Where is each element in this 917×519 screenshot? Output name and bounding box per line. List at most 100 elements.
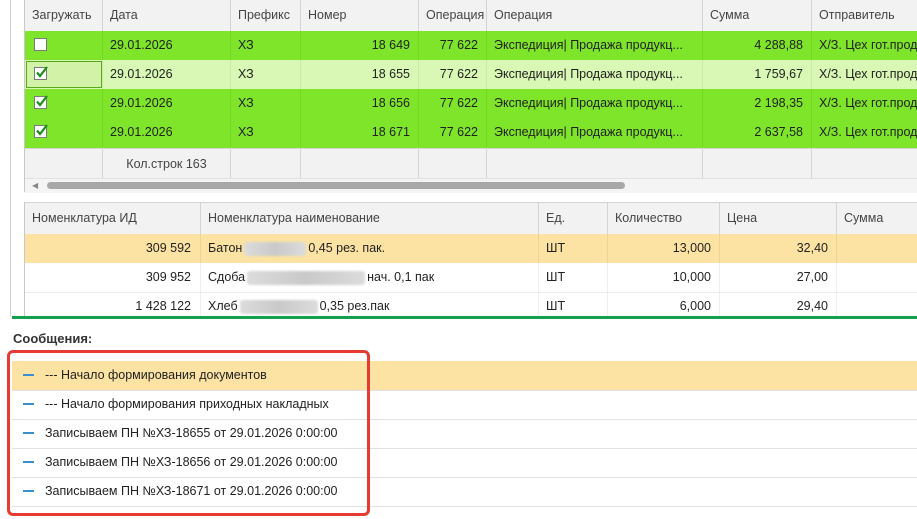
operation-cell: Экспедиция| Продажа продукц... [487,31,703,60]
date-cell: 29.01.2026 [103,60,231,89]
unit-cell: ШТ [539,234,608,263]
col-operation-code[interactable]: Операция [419,0,487,31]
unit-cell: ШТ [539,292,608,316]
sender-cell: Х/З. Цех гот.прод [812,118,917,147]
opcode-cell: 77 622 [419,118,487,147]
scrollbar-thumb[interactable] [47,182,625,189]
sum-cell: 1 759,67 [703,60,812,89]
table-row-selected[interactable]: 29.01.2026 ХЗ 18 655 77 622 Экспедиция| … [25,60,917,89]
items-table-header: Номенклатура ИД Номенклатура наименовани… [25,202,917,235]
table-row[interactable]: 29.01.2026 ХЗ 18 656 77 622 Экспедиция| … [25,89,917,118]
message-item[interactable]: --- Начало формирования документов [12,361,917,391]
table-footer: Кол.строк 163 [25,148,917,179]
col-date[interactable]: Дата [103,0,231,31]
dash-icon [23,490,34,492]
item-id-cell: 309 952 [25,263,201,292]
sum-cell: 4 288,88 [703,31,812,60]
message-text: --- Начало формирования приходных наклад… [45,397,329,411]
prefix-cell: ХЗ [231,118,301,147]
col-prefix[interactable]: Префикс [231,0,301,31]
sender-cell: Х/З. Цех гот.прод [812,60,917,89]
item-id-cell: 1 428 122 [25,292,201,316]
panel-splitter[interactable] [12,316,917,319]
col-operation[interactable]: Операция [487,0,703,31]
scroll-left-icon[interactable]: ◀ [32,181,38,190]
footer-cell [25,149,103,179]
dash-icon [23,461,34,463]
messages-title: Сообщения: [13,331,93,346]
number-cell: 18 671 [301,118,419,147]
sum-cell: 2 198,35 [703,89,812,118]
unit-cell: ШТ [539,263,608,292]
col-sender[interactable]: Отправитель [812,0,917,31]
operation-cell: Экспедиция| Продажа продукц... [487,118,703,147]
message-item[interactable]: Записываем ПН №ХЗ-18656 от 29.01.2026 0:… [12,448,917,478]
message-text: Записываем ПН №ХЗ-18656 от 29.01.2026 0:… [45,455,338,469]
footer-cell [231,149,301,179]
date-cell: 29.01.2026 [103,31,231,60]
item-sum-cell [837,234,917,263]
col-item-sum[interactable]: Сумма [837,203,917,234]
sender-cell: Х/З. Цех гот.прод [812,89,917,118]
items-table: Номенклатура ИД Номенклатура наименовани… [24,202,917,316]
price-cell: 32,40 [720,234,837,263]
table-row[interactable]: 309 952 Сдоба нач. 0,1 пак ШТ 10,000 27,0… [25,263,917,293]
message-text: --- Начало формирования документов [45,368,267,382]
number-cell: 18 649 [301,31,419,60]
prefix-cell: ХЗ [231,60,301,89]
table-row[interactable]: 29.01.2026 ХЗ 18 649 77 622 Экспедиция| … [25,31,917,60]
sum-cell: 2 637,58 [703,118,812,147]
opcode-cell: 77 622 [419,89,487,118]
message-text: Записываем ПН №ХЗ-18671 от 29.01.2026 0:… [45,484,338,498]
col-sum[interactable]: Сумма [703,0,812,31]
load-cell[interactable] [25,60,103,89]
col-load[interactable]: Загружать [25,0,103,31]
col-quantity[interactable]: Количество [608,203,720,234]
item-sum-cell [837,292,917,316]
opcode-cell: 77 622 [419,60,487,89]
date-cell: 29.01.2026 [103,118,231,147]
documents-table: Загружать Дата Префикс Номер Операция Оп… [24,0,917,193]
col-unit[interactable]: Ед. [539,203,608,234]
item-name-cell: Батон 0,45 рез. пак. [201,234,539,263]
footer-cell [487,149,703,179]
price-cell: 29,40 [720,292,837,316]
dash-icon [23,403,34,405]
item-id-cell: 309 592 [25,234,201,263]
message-item[interactable]: Записываем ПН №ХЗ-18655 от 29.01.2026 0:… [12,419,917,449]
item-name-cell: Хлеб 0,35 рез.пак [201,292,539,316]
opcode-cell: 77 622 [419,31,487,60]
col-number[interactable]: Номер [301,0,419,31]
sender-cell: Х/З. Цех гот.прод [812,31,917,60]
number-cell: 18 656 [301,89,419,118]
load-checkbox[interactable] [34,124,48,138]
col-item-id[interactable]: Номенклатура ИД [25,203,201,234]
load-checkbox[interactable] [34,95,48,109]
load-checkbox[interactable] [34,66,48,80]
col-item-name[interactable]: Номенклатура наименование [201,203,539,234]
load-checkbox[interactable] [34,38,47,51]
message-item[interactable]: --- Начало формирования приходных наклад… [12,390,917,420]
operation-cell: Экспедиция| Продажа продукц... [487,89,703,118]
dash-icon [23,432,34,434]
table-row-selected[interactable]: 309 592 Батон 0,45 рез. пак. ШТ 13,000 32… [25,234,917,263]
item-sum-cell [837,263,917,292]
prefix-cell: ХЗ [231,31,301,60]
row-count: Кол.строк 163 [103,149,231,179]
number-cell: 18 655 [301,60,419,89]
message-text: Записываем ПН №ХЗ-18655 от 29.01.2026 0:… [45,426,338,440]
dash-icon [23,374,34,376]
col-price[interactable]: Цена [720,203,837,234]
price-cell: 27,00 [720,263,837,292]
load-cell[interactable] [25,118,103,147]
date-cell: 29.01.2026 [103,89,231,118]
load-cell[interactable] [25,31,103,60]
load-cell[interactable] [25,89,103,118]
table-row[interactable]: 1 428 122 Хлеб 0,35 рез.пак ШТ 6,000 29,4… [25,292,917,316]
prefix-cell: ХЗ [231,89,301,118]
horizontal-scrollbar[interactable]: ◀ [25,178,917,193]
footer-cell [703,149,812,179]
table-row[interactable]: 29.01.2026 ХЗ 18 671 77 622 Экспедиция| … [25,118,917,148]
messages-panel: --- Начало формирования документов --- Н… [12,361,917,509]
message-item[interactable]: Записываем ПН №ХЗ-18671 от 29.01.2026 0:… [12,477,917,507]
